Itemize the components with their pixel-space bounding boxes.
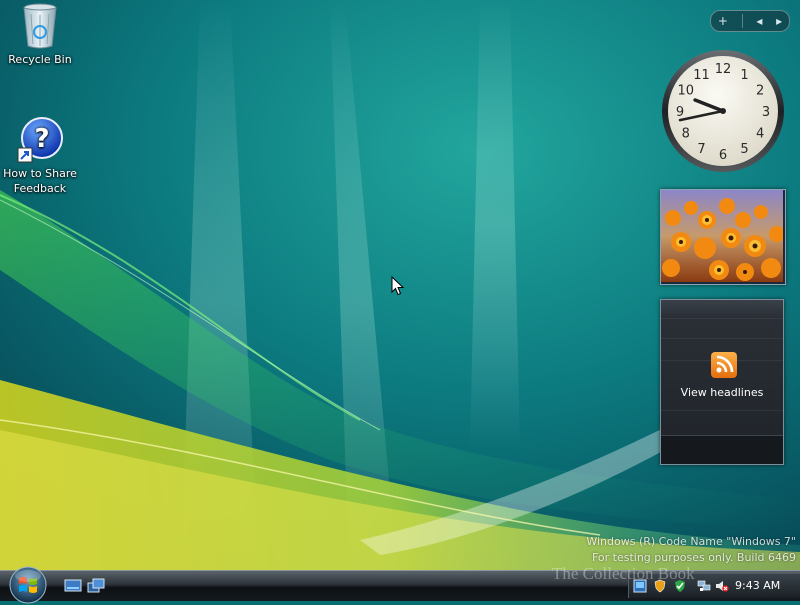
clock-numeral: 4	[756, 127, 764, 142]
clock-numeral: 2	[756, 84, 764, 99]
add-gadget-button[interactable]: +	[718, 14, 728, 28]
desktop-icon-label: How to Share Feedback	[3, 167, 77, 195]
clock-numeral: 12	[715, 62, 732, 77]
view-headlines-link[interactable]: View headlines	[661, 386, 783, 399]
divider	[661, 338, 783, 339]
clock-numeral: 11	[693, 68, 710, 83]
clock-numeral: 5	[740, 142, 748, 157]
desktop-icon-recycle-bin[interactable]: Recycle Bin	[0, 2, 82, 67]
clock-gadget[interactable]: 12 12 3 45678 9 1011	[660, 48, 786, 174]
taskbar-clock[interactable]: 9:43 AM	[735, 579, 780, 592]
clock-numeral: 3	[762, 105, 770, 120]
rss-feed-icon	[711, 352, 737, 378]
show-desktop-button[interactable]	[64, 578, 82, 594]
build-watermark: Windows (R) Code Name "Windows 7" For te…	[586, 534, 796, 566]
help-question-icon: ?	[17, 117, 63, 163]
svg-text:?: ?	[34, 124, 49, 154]
recycle-bin-icon	[23, 3, 57, 49]
feed-headlines-gadget[interactable]: View headlines	[660, 299, 784, 465]
slideshow-gadget[interactable]	[660, 189, 786, 285]
previous-page-button[interactable]: ◂	[756, 14, 762, 28]
divider	[741, 14, 743, 28]
brand-watermark: The Collection Book	[552, 564, 695, 583]
watermark-line-codename: Windows (R) Code Name "Windows 7"	[586, 535, 796, 548]
desktop-icon-how-to-share-feedback[interactable]: ? How to Share Feedback	[0, 116, 82, 196]
clock-numeral: 1	[740, 68, 748, 83]
desktop-icon-label: Recycle Bin	[8, 53, 72, 66]
feed-gadget-footer	[661, 435, 783, 464]
divider	[661, 410, 783, 411]
mouse-pointer-icon	[391, 276, 405, 296]
slideshow-photo-flowers	[661, 190, 785, 282]
sidebar-control-bar: + ◂ ▸	[710, 10, 790, 32]
clock-numeral: 9	[676, 105, 684, 120]
clock-numeral: 6	[719, 148, 727, 163]
network-icon[interactable]	[697, 579, 711, 593]
next-page-button[interactable]: ▸	[776, 14, 782, 28]
clock-numeral: 7	[697, 142, 705, 157]
clock-numeral: 10	[678, 84, 695, 99]
switch-windows-button[interactable]	[87, 578, 105, 594]
volume-muted-icon[interactable]	[715, 579, 729, 593]
clock-numeral: 8	[682, 127, 690, 142]
start-button[interactable]	[8, 565, 48, 605]
divider	[661, 318, 783, 319]
